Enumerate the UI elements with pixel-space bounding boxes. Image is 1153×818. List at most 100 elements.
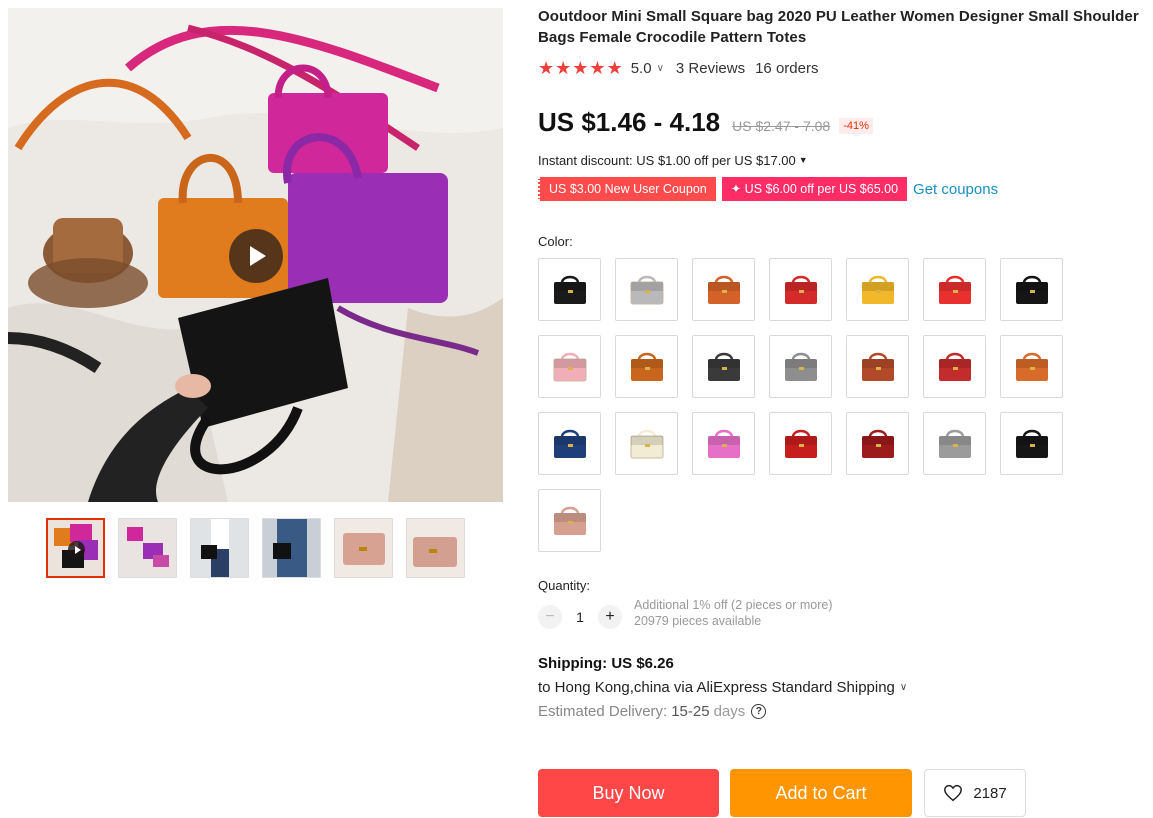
bag-thumbnail — [630, 429, 663, 458]
color-swatch[interactable] — [615, 258, 678, 321]
help-icon[interactable]: ? — [751, 704, 767, 719]
thumbnail-4[interactable] — [262, 518, 321, 578]
bag-thumbnail — [553, 506, 586, 535]
star-icon: ★ — [589, 57, 606, 78]
color-swatch[interactable] — [769, 258, 832, 321]
bag-thumbnail — [1015, 429, 1048, 458]
color-swatch[interactable] — [769, 335, 832, 398]
thumbnail-6[interactable] — [406, 518, 465, 578]
product-title: Ooutdoor Mini Small Square bag 2020 PU L… — [538, 8, 1139, 46]
color-swatch[interactable] — [692, 335, 755, 398]
chevron-down-icon: ∨ — [899, 682, 908, 693]
bag-thumbnail — [630, 352, 663, 381]
bag-thumbnail — [784, 275, 817, 304]
star-icon: ★ — [572, 57, 589, 78]
thumbnail-1[interactable] — [46, 518, 105, 578]
bag-thumbnail — [553, 429, 586, 458]
coupons-row: US $3.00 New User Coupon ✦ US $6.00 off … — [538, 177, 1143, 201]
delivery-unit: days — [713, 703, 746, 720]
bag-thumbnail — [1015, 275, 1048, 304]
purchase-actions: Buy Now Add to Cart 2187 — [538, 769, 1026, 817]
color-swatch[interactable] — [923, 412, 986, 475]
quantity-input[interactable] — [562, 605, 598, 629]
bag-thumbnail — [707, 275, 740, 304]
color-swatch[interactable] — [923, 335, 986, 398]
star-icon: ★ — [555, 57, 572, 78]
chevron-down-icon[interactable]: ∨ — [657, 63, 664, 74]
color-swatch[interactable] — [1000, 335, 1063, 398]
color-swatch[interactable] — [538, 412, 601, 475]
color-swatch[interactable] — [538, 258, 601, 321]
bag-thumbnail — [630, 275, 663, 304]
quantity-label: Quantity: — [538, 578, 591, 593]
original-price: US $2.47 - 7.08 — [732, 118, 831, 134]
add-to-cart-button[interactable]: Add to Cart — [730, 769, 912, 817]
star-icon: ★ — [538, 57, 555, 78]
shipping-cost: Shipping: US $6.26 — [538, 655, 674, 672]
reviews-link[interactable]: 3 Reviews — [676, 60, 745, 77]
delivery-value: 15-25 — [671, 703, 710, 720]
bag-thumbnail — [553, 275, 586, 304]
color-swatch[interactable] — [1000, 412, 1063, 475]
main-product-image[interactable] — [8, 8, 503, 502]
color-swatch[interactable] — [538, 335, 601, 398]
instant-discount[interactable]: Instant discount: US $1.00 off per US $1… — [538, 152, 1143, 168]
store-coupon[interactable]: ✦ US $6.00 off per US $65.00 — [721, 177, 908, 201]
bag-thumbnail — [938, 352, 971, 381]
thumbnail-image — [191, 519, 248, 577]
rating-row: ★ ★ ★ ★ ★ 5.0 ∨ 3 Reviews 16 orders — [538, 58, 1143, 78]
heart-icon — [944, 784, 963, 802]
rating-value[interactable]: 5.0 — [631, 60, 652, 77]
color-swatch[interactable] — [846, 412, 909, 475]
star-icon: ★ — [606, 57, 623, 78]
color-swatch[interactable] — [615, 335, 678, 398]
get-coupons-link[interactable]: Get coupons — [913, 181, 998, 198]
increase-quantity-button[interactable]: + — [598, 605, 622, 629]
bag-thumbnail — [861, 429, 894, 458]
color-swatch[interactable] — [1000, 258, 1063, 321]
color-swatch[interactable] — [769, 412, 832, 475]
orders-count: 16 orders — [755, 59, 819, 77]
color-swatch[interactable] — [692, 258, 755, 321]
thumbnail-image — [263, 519, 320, 577]
quantity-stepper: − + Additional 1% off (2 pieces or more)… — [538, 598, 1143, 637]
color-swatch[interactable] — [923, 258, 986, 321]
bag-thumbnail — [707, 429, 740, 458]
quantity-note: Additional 1% off (2 pieces or more) 209… — [634, 597, 832, 629]
bag-thumbnail — [1015, 352, 1048, 381]
video-badge-icon — [68, 541, 85, 558]
thumbnail-image — [119, 519, 176, 577]
play-icon — [250, 246, 266, 266]
instant-discount-text: Instant discount: US $1.00 off per US $1… — [538, 152, 796, 168]
thumbnail-2[interactable] — [118, 518, 177, 578]
thumbnail-image — [407, 519, 464, 577]
shipping-destination: to Hong Kong,china via AliExpress Standa… — [538, 679, 895, 696]
wishlist-button[interactable]: 2187 — [924, 769, 1026, 817]
color-swatch[interactable] — [615, 412, 678, 475]
product-info-panel: Ooutdoor Mini Small Square bag 2020 PU L… — [538, 6, 1143, 720]
bag-thumbnail — [938, 275, 971, 304]
color-swatches — [538, 258, 1143, 552]
color-label: Color: — [538, 234, 573, 249]
chevron-down-icon: ▼ — [798, 155, 808, 165]
bulk-discount-note: Additional 1% off (2 pieces or more) — [634, 598, 833, 612]
color-swatch[interactable] — [692, 412, 755, 475]
estimated-delivery: Estimated Delivery: 15-25 days ? — [538, 703, 1143, 720]
color-swatch[interactable] — [846, 258, 909, 321]
buy-now-button[interactable]: Buy Now — [538, 769, 719, 817]
current-price: US $1.46 - 4.18 — [538, 107, 721, 137]
shipping-method[interactable]: to Hong Kong,china via AliExpress Standa… — [538, 679, 1143, 696]
thumbnail-image — [335, 519, 392, 577]
bag-thumbnail — [707, 352, 740, 381]
new-user-coupon[interactable]: US $3.00 New User Coupon — [538, 177, 716, 201]
color-swatch[interactable] — [846, 335, 909, 398]
color-swatch[interactable] — [538, 489, 601, 552]
discount-badge: -41% — [839, 118, 873, 134]
thumbnail-5[interactable] — [334, 518, 393, 578]
thumbnail-3[interactable] — [190, 518, 249, 578]
bag-thumbnail — [784, 352, 817, 381]
decrease-quantity-button[interactable]: − — [538, 605, 562, 629]
thumbnail-strip — [46, 518, 465, 578]
rating-stars: ★ ★ ★ ★ ★ — [538, 58, 623, 79]
play-video-button[interactable] — [229, 229, 283, 283]
